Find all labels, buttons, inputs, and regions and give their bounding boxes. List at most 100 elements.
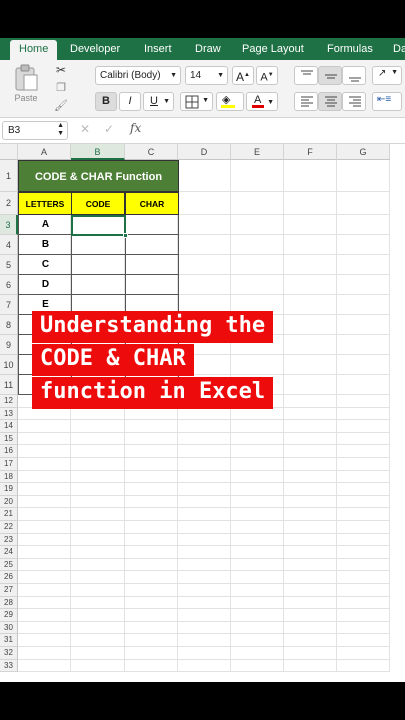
insert-function-icon[interactable]: fx	[130, 121, 141, 135]
cell-e6[interactable]	[231, 275, 284, 295]
cell-f27[interactable]	[284, 584, 337, 597]
cell-f11[interactable]	[284, 375, 337, 395]
cell-a20[interactable]	[18, 495, 71, 509]
cell-a16[interactable]	[18, 445, 71, 458]
cell-f17[interactable]	[284, 458, 337, 471]
cell-a29[interactable]	[18, 609, 71, 622]
cell-a31[interactable]	[18, 634, 71, 647]
cell-g3[interactable]	[337, 215, 390, 235]
cell-a25[interactable]	[18, 558, 71, 572]
cell-a28[interactable]	[18, 596, 71, 610]
cell-g27[interactable]	[337, 584, 390, 597]
table-header-code[interactable]: CODE	[71, 192, 125, 215]
cell-a27[interactable]	[18, 584, 71, 597]
bold-button[interactable]: B	[95, 92, 117, 111]
code-cell[interactable]	[71, 255, 125, 275]
tab-developer[interactable]: Developer	[68, 38, 122, 60]
row-header-2[interactable]: 2	[0, 192, 18, 215]
cell-c25[interactable]	[125, 558, 178, 572]
row-header-13[interactable]: 13	[0, 407, 18, 421]
table-header-letters[interactable]: LETTERS	[18, 192, 72, 215]
column-header-e[interactable]: E	[231, 144, 284, 160]
cell-g20[interactable]	[337, 495, 390, 509]
cell-c27[interactable]	[125, 584, 178, 597]
row-header-12[interactable]: 12	[0, 395, 18, 408]
cell-c21[interactable]	[125, 508, 178, 521]
row-header-1[interactable]: 1	[0, 160, 18, 192]
cell-b32[interactable]	[71, 647, 125, 660]
cell-g16[interactable]	[337, 445, 390, 458]
cell-b24[interactable]	[71, 546, 125, 559]
cell-f8[interactable]	[284, 315, 337, 335]
cell-d26[interactable]	[178, 571, 231, 584]
cell-a17[interactable]	[18, 458, 71, 471]
cut-icon[interactable]: ✂	[54, 63, 68, 77]
cell-b28[interactable]	[71, 596, 125, 610]
cell-d13[interactable]	[178, 407, 231, 421]
cell-d17[interactable]	[178, 458, 231, 471]
cell-d6[interactable]	[178, 275, 231, 295]
cell-g29[interactable]	[337, 609, 390, 622]
orientation-button[interactable]: ↗ ▼	[372, 66, 402, 85]
paste-button[interactable]: Paste	[6, 64, 46, 110]
cell-f2[interactable]	[284, 192, 337, 215]
cell-d30[interactable]	[178, 621, 231, 635]
cell-d19[interactable]	[178, 483, 231, 496]
cell-g18[interactable]	[337, 470, 390, 484]
cell-f29[interactable]	[284, 609, 337, 622]
cell-f9[interactable]	[284, 335, 337, 355]
cell-f25[interactable]	[284, 558, 337, 572]
letter-cell[interactable]: D	[18, 275, 72, 295]
cell-f12[interactable]	[284, 395, 337, 408]
cell-g28[interactable]	[337, 596, 390, 610]
cell-b18[interactable]	[71, 470, 125, 484]
cell-f15[interactable]	[284, 432, 337, 446]
row-header-5[interactable]: 5	[0, 255, 18, 275]
cell-a33[interactable]	[18, 659, 71, 673]
cell-b23[interactable]	[71, 533, 125, 547]
row-header-18[interactable]: 18	[0, 470, 18, 484]
cell-b17[interactable]	[71, 458, 125, 471]
cell-g2[interactable]	[337, 192, 390, 215]
letter-cell[interactable]: A	[18, 215, 72, 235]
cell-g12[interactable]	[337, 395, 390, 408]
cell-a18[interactable]	[18, 470, 71, 484]
row-header-20[interactable]: 20	[0, 495, 18, 509]
cell-e2[interactable]	[231, 192, 284, 215]
cell-g21[interactable]	[337, 508, 390, 521]
cell-d15[interactable]	[178, 432, 231, 446]
cell-e18[interactable]	[231, 470, 284, 484]
cell-g23[interactable]	[337, 533, 390, 547]
enter-icon[interactable]: ✓	[104, 122, 114, 136]
align-left-button[interactable]	[294, 92, 318, 111]
align-center-button[interactable]	[318, 92, 342, 111]
cell-g26[interactable]	[337, 571, 390, 584]
row-header-24[interactable]: 24	[0, 546, 18, 559]
underline-button[interactable]: U ▼	[143, 92, 174, 111]
cell-d28[interactable]	[178, 596, 231, 610]
row-header-21[interactable]: 21	[0, 508, 18, 521]
cell-f32[interactable]	[284, 647, 337, 660]
column-header-f[interactable]: F	[284, 144, 337, 160]
table-title-cell[interactable]: CODE & CHAR Function	[18, 160, 179, 192]
cell-e28[interactable]	[231, 596, 284, 610]
cell-b31[interactable]	[71, 634, 125, 647]
cell-g25[interactable]	[337, 558, 390, 572]
char-cell[interactable]	[125, 215, 179, 235]
cell-g31[interactable]	[337, 634, 390, 647]
cell-f13[interactable]	[284, 407, 337, 421]
cell-d16[interactable]	[178, 445, 231, 458]
cell-c23[interactable]	[125, 533, 178, 547]
cell-c32[interactable]	[125, 647, 178, 660]
cell-c13[interactable]	[125, 407, 178, 421]
cell-d2[interactable]	[178, 192, 231, 215]
cell-e1[interactable]	[231, 160, 284, 192]
cell-c28[interactable]	[125, 596, 178, 610]
cell-g22[interactable]	[337, 521, 390, 534]
cell-e13[interactable]	[231, 407, 284, 421]
cell-f19[interactable]	[284, 483, 337, 496]
cell-f3[interactable]	[284, 215, 337, 235]
cell-b19[interactable]	[71, 483, 125, 496]
cell-a19[interactable]	[18, 483, 71, 496]
row-header-3[interactable]: 3	[0, 215, 18, 235]
